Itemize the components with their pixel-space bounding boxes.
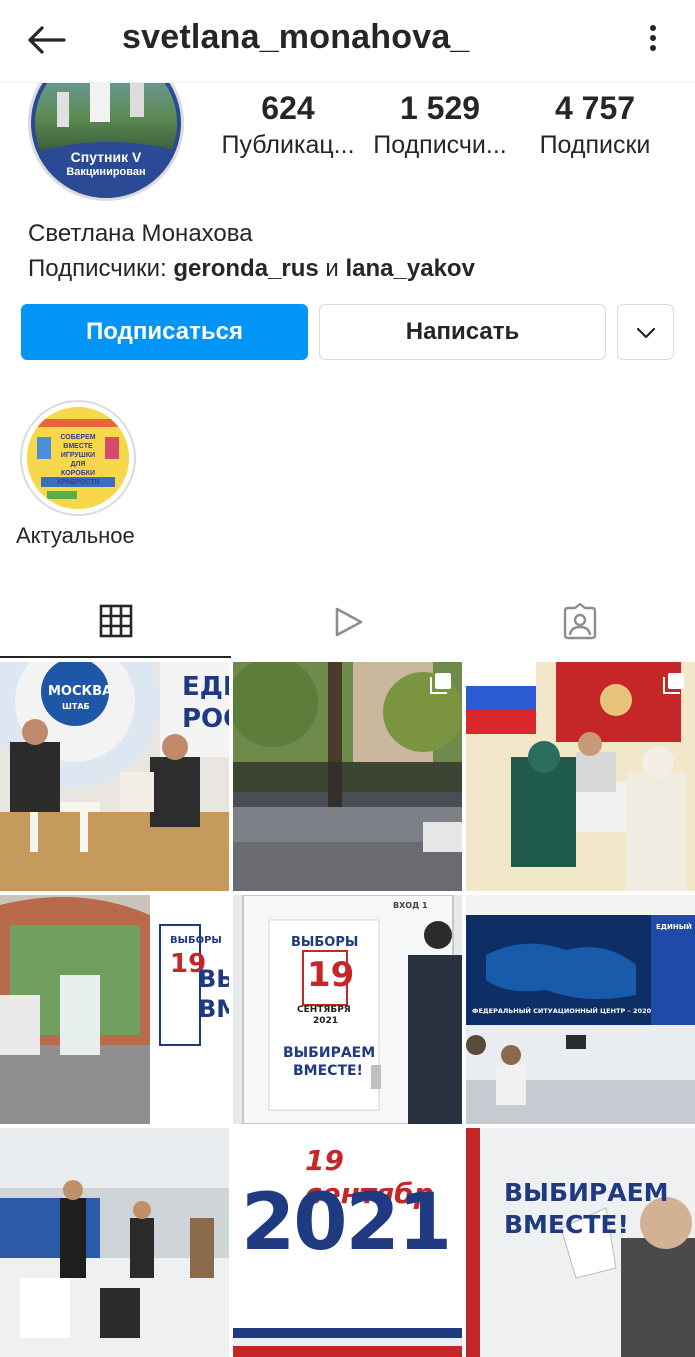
post-thumbnail-9[interactable]: ВЫБИРАЕМ ВМЕСТЕ! (466, 1128, 695, 1357)
profile-tabs (0, 590, 695, 658)
avatar-badge-subtitle: Вакцинирован (66, 166, 146, 178)
post-1-sign-ros: РОС (182, 704, 229, 734)
post-5-sign-19: 19 (307, 955, 355, 995)
stat-followers-label: Подписчи... (373, 131, 507, 159)
highlight-label: Актуальное (16, 523, 135, 548)
tab-tagged[interactable] (464, 590, 695, 658)
stat-following-count: 4 757 (554, 90, 636, 126)
suggested-accounts-button[interactable] (617, 304, 674, 360)
post-1-sign-shtab: ШТАБ (62, 702, 90, 711)
story-highlight[interactable]: СОБЕРЕМ ВМЕСТЕ ИГРУШКИ ДЛЯ КОРОБКИ ХРАБР… (20, 400, 136, 516)
play-icon (331, 605, 365, 644)
followed-by[interactable]: Подписчики: geronda_rus и lana_yakov (28, 255, 475, 283)
tagged-person-icon (561, 602, 599, 646)
post-5-sign-vmeste: ВМЕСТЕ! (293, 1063, 363, 1079)
stat-posts-count: 624 (261, 90, 315, 126)
stat-followers[interactable]: 1 529 Подписчи... (370, 88, 510, 162)
more-options-icon[interactable] (641, 18, 665, 58)
stat-following-label: Подписки (539, 131, 651, 159)
profile-stats: 624 Публикац... 1 529 Подписчи... 4 757 … (210, 88, 680, 168)
post-8-sign-year: 2021 (241, 1178, 452, 1268)
post-9-sign-vmeste: ВМЕСТЕ! (504, 1210, 629, 1239)
top-bar: svetlana_monahova_ (0, 0, 695, 83)
followed-by-and: и (325, 255, 339, 282)
post-5-sign-vybory: ВЫБОРЫ (291, 935, 359, 950)
message-button[interactable]: Написать (319, 304, 606, 360)
post-6-sign-center: ФЕДЕРАЛЬНЫЙ СИТУАЦИОННЫЙ ЦЕНТР – 2020 (472, 1007, 652, 1015)
profile-full-name: Светлана Монахова (28, 220, 253, 247)
avatar-badge-title: Спутник V (70, 149, 142, 165)
followed-by-user-2[interactable]: lana_yakov (346, 255, 475, 282)
profile-username: svetlana_monahova_ (122, 18, 470, 56)
post-thumbnail-8[interactable]: 19 сентябр 2021 (233, 1128, 462, 1357)
post-9-sign-vybiraem: ВЫБИРАЕМ (504, 1178, 669, 1207)
multiple-photos-icon (663, 672, 685, 699)
post-thumbnail-2[interactable] (233, 662, 462, 891)
stat-posts-label: Публикац... (221, 131, 355, 159)
chevron-down-icon (636, 318, 656, 346)
post-thumbnail-5[interactable]: ВЫБОРЫ 19 СЕНТЯБРЯ 2021 ВЫБИРАЕМ ВМЕСТЕ!… (233, 895, 462, 1124)
tab-grid[interactable] (0, 590, 231, 658)
post-4-sign-vmes: ВМЕС (198, 995, 229, 1023)
follow-button[interactable]: Подписаться (21, 304, 308, 360)
post-5-sign-sentyabrya: СЕНТЯБРЯ (297, 1005, 351, 1015)
post-5-sign-vhod: ВХОД 1 (393, 901, 428, 910)
post-6-sign-edinyi: ЕДИНЫЙ (656, 923, 692, 931)
post-5-sign-vybiraem: ВЫБИРАЕМ (283, 1045, 376, 1061)
stat-following[interactable]: 4 757 Подписки (524, 88, 666, 162)
post-thumbnail-4[interactable]: ВЫБОРЫ 19 ВЫБИ ВМЕС (0, 895, 229, 1124)
multiple-photos-icon (430, 672, 452, 699)
tab-reels[interactable] (232, 590, 463, 658)
highlight-cover: СОБЕРЕМ ВМЕСТЕ ИГРУШКИ ДЛЯ КОРОБКИ ХРАБР… (27, 407, 129, 509)
post-thumbnail-6[interactable]: ФЕДЕРАЛЬНЫЙ СИТУАЦИОННЫЙ ЦЕНТР – 2020 ЕД… (466, 895, 695, 1124)
post-1-sign-edi: ЕДИ (182, 672, 229, 702)
post-thumbnail-1[interactable]: МОСКВА ШТАБ ЕДИ РОС (0, 662, 229, 891)
post-thumbnail-3[interactable] (466, 662, 695, 891)
highlight-cover-text: СОБЕРЕМ ВМЕСТЕ ИГРУШКИ ДЛЯ КОРОБКИ ХРАБР… (56, 434, 100, 486)
followed-by-user-1[interactable]: geronda_rus (173, 255, 318, 282)
stat-posts[interactable]: 624 Публикац... (218, 88, 358, 162)
grid-icon (99, 604, 133, 643)
post-thumbnail-7[interactable] (0, 1128, 229, 1357)
stat-followers-count: 1 529 (399, 90, 481, 126)
followed-by-prefix: Подписчики: (28, 255, 167, 282)
back-arrow-icon[interactable] (22, 20, 70, 60)
post-5-sign-2021: 2021 (313, 1016, 339, 1026)
post-1-sign-moskva: МОСКВА (48, 684, 113, 699)
post-4-sign-vybory: ВЫБОРЫ (170, 935, 222, 946)
post-4-sign-vybi: ВЫБИ (198, 965, 229, 993)
